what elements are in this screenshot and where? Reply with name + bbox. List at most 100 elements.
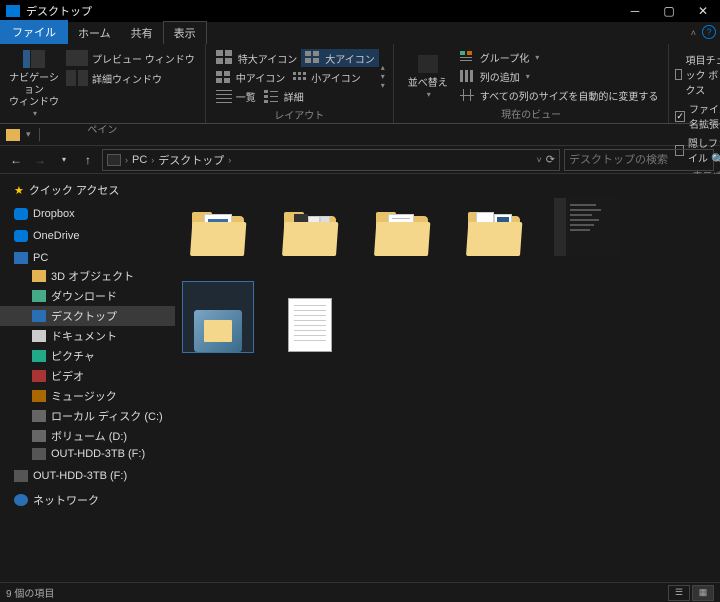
file-item-folder[interactable] <box>275 186 345 256</box>
tree-volume-d[interactable]: ボリューム (D:) <box>0 426 175 446</box>
file-list[interactable] <box>175 174 720 582</box>
close-button[interactable]: ✕ <box>686 0 720 22</box>
folder-icon <box>190 208 246 256</box>
chevron-right-icon[interactable]: › <box>228 155 231 165</box>
refresh-icon[interactable]: ⟳ <box>546 153 555 166</box>
preview-pane-button[interactable]: プレビュー ウィンドウ <box>62 49 199 67</box>
breadcrumb-pc[interactable]: PC <box>132 154 147 166</box>
folder-icon <box>32 270 46 282</box>
view-icons-button[interactable]: ▦ <box>692 585 714 601</box>
small-icons-icon <box>293 72 307 84</box>
tree-videos[interactable]: ビデオ <box>0 366 175 386</box>
tree-pc[interactable]: PC <box>0 250 175 266</box>
breadcrumb-desktop[interactable]: デスクトップ <box>158 152 224 168</box>
title-bar: デスクトップ ─ ▢ ✕ <box>0 0 720 22</box>
drive-icon <box>32 430 46 442</box>
tab-home[interactable]: ホーム <box>68 22 121 44</box>
preview-pane-icon <box>66 50 88 66</box>
tree-network[interactable]: ネットワーク <box>0 490 175 510</box>
layout-more-icon[interactable]: ▾ <box>381 81 385 90</box>
folder-icon <box>282 208 338 256</box>
navigation-pane-button[interactable]: ナビゲーション ウィンドウ ▾ <box>6 47 62 119</box>
tree-onedrive[interactable]: OneDrive <box>0 228 175 244</box>
history-dropdown-icon[interactable]: ▾ <box>54 150 74 170</box>
tree-documents[interactable]: ドキュメント <box>0 326 175 346</box>
checkbox-file-extensions[interactable]: ✓ファイル名拡張子 <box>675 100 720 132</box>
details-pane-icon <box>66 70 88 86</box>
ribbon-collapse-icon[interactable]: ˄ <box>691 28 696 38</box>
dark-window-icon <box>554 198 618 256</box>
chevron-right-icon[interactable]: › <box>125 155 128 165</box>
status-item-count: 9 個の項目 <box>6 585 54 600</box>
tree-music[interactable]: ミュージック <box>0 386 175 406</box>
layout-small-button[interactable]: 小アイコン <box>289 69 365 86</box>
details-icon <box>264 90 280 104</box>
tree-local-disk-c[interactable]: ローカル ディスク (C:) <box>0 406 175 426</box>
tab-share[interactable]: 共有 <box>121 22 163 44</box>
minimize-button[interactable]: ─ <box>618 0 652 22</box>
qat-dropdown-icon[interactable]: ▾ <box>26 129 31 140</box>
back-button[interactable]: ← <box>6 150 26 170</box>
medium-icons-icon <box>216 71 232 85</box>
chevron-right-icon[interactable]: › <box>151 155 154 165</box>
details-pane-button[interactable]: 詳細ウィンドウ <box>62 69 199 87</box>
text-document-icon <box>288 298 332 352</box>
tree-out-hdd-f-root[interactable]: OUT-HDD-3TB (F:) <box>0 468 175 484</box>
onedrive-icon <box>14 230 28 242</box>
large-icons-icon <box>305 51 321 65</box>
layout-extra-large-button[interactable]: 特大アイコン <box>212 49 302 67</box>
layout-list-button[interactable]: 一覧 <box>212 88 260 105</box>
search-input[interactable] <box>569 154 711 166</box>
tree-3d-objects[interactable]: 3D オブジェクト <box>0 266 175 286</box>
videos-icon <box>32 370 46 382</box>
group-by-button[interactable]: グループ化▾ <box>456 49 663 66</box>
tree-out-hdd-f[interactable]: OUT-HDD-3TB (F:) <box>0 446 175 462</box>
file-item-folder[interactable] <box>367 186 437 256</box>
file-item-windows-folder[interactable] <box>183 282 253 352</box>
view-details-button[interactable]: ☰ <box>668 585 690 601</box>
file-item-folder[interactable] <box>183 186 253 256</box>
tree-downloads[interactable]: ダウンロード <box>0 286 175 306</box>
layout-large-button[interactable]: 大アイコン <box>301 49 379 67</box>
window-icon <box>6 5 20 17</box>
checkbox-item-checkboxes[interactable]: 項目チェック ボックス <box>675 51 720 98</box>
help-icon[interactable]: ? <box>702 25 716 39</box>
ribbon-group-pane-label: ペイン <box>6 119 199 138</box>
sort-button[interactable]: 並べ替え ▾ <box>400 47 456 104</box>
add-columns-button[interactable]: 列の追加▾ <box>456 68 663 85</box>
tab-view[interactable]: 表示 <box>163 21 207 44</box>
file-item-settings[interactable] <box>551 186 621 256</box>
tree-dropbox[interactable]: Dropbox <box>0 206 175 222</box>
tree-desktop[interactable]: デスクトップ <box>0 306 175 326</box>
maximize-button[interactable]: ▢ <box>652 0 686 22</box>
navigation-bar: ← → ▾ ↑ › PC › デスクトップ › ˅ ⟳ 🔍 <box>0 146 720 174</box>
layout-scroll-up-icon[interactable]: ▴ <box>381 63 385 72</box>
documents-icon <box>32 330 46 342</box>
tree-quick-access[interactable]: ★クイック アクセス <box>0 180 175 200</box>
search-icon[interactable]: 🔍 <box>711 153 720 166</box>
navigation-pane-icon <box>23 50 45 68</box>
tab-file[interactable]: ファイル <box>0 20 68 44</box>
drive-icon <box>32 410 46 422</box>
layout-scroll-down-icon[interactable]: ▾ <box>381 72 385 81</box>
pc-icon <box>14 252 28 264</box>
list-icon <box>216 90 232 104</box>
up-button[interactable]: ↑ <box>78 150 98 170</box>
file-item-folder[interactable] <box>459 186 529 256</box>
address-bar[interactable]: › PC › デスクトップ › ˅ ⟳ <box>102 149 560 171</box>
file-item-text-document[interactable] <box>275 282 345 352</box>
forward-button[interactable]: → <box>30 150 50 170</box>
layout-medium-button[interactable]: 中アイコン <box>212 69 290 86</box>
status-bar: 9 個の項目 ☰ ▦ <box>0 582 720 602</box>
address-dropdown-icon[interactable]: ˅ <box>537 155 542 165</box>
layout-details-button[interactable]: 詳細 <box>260 88 308 105</box>
autosize-icon <box>460 89 476 103</box>
folder-icon <box>374 208 430 256</box>
folder-icon <box>6 129 20 141</box>
sort-icon <box>418 55 438 73</box>
group-by-icon <box>460 51 476 65</box>
search-box[interactable]: 🔍 <box>564 149 714 171</box>
tree-pictures[interactable]: ピクチャ <box>0 346 175 366</box>
autosize-columns-button[interactable]: すべての列のサイズを自動的に変更する <box>456 87 663 104</box>
ribbon-tabs: ファイル ホーム 共有 表示 ˄ ? <box>0 22 720 44</box>
